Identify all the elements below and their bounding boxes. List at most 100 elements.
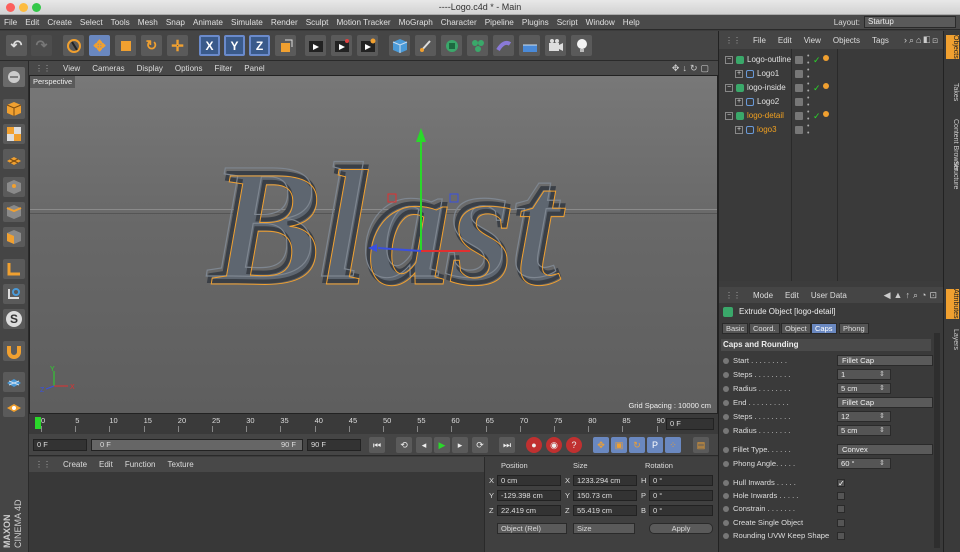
object-name[interactable]: logo3 xyxy=(757,123,777,137)
tab-basic[interactable]: Basic xyxy=(722,323,749,334)
size-field[interactable]: 55.419 cm xyxy=(573,505,637,516)
position-field[interactable]: -129.398 cm xyxy=(497,490,561,501)
rotation-field[interactable]: 0 ° xyxy=(649,505,713,516)
end-frame-field[interactable]: 90 F xyxy=(307,439,361,451)
animation-dot-icon[interactable] xyxy=(723,428,729,434)
subdivision-surface-icon[interactable] xyxy=(441,35,462,56)
menu-create[interactable]: Create xyxy=(43,18,76,27)
side-tab-attributes[interactable]: Attributes xyxy=(946,289,959,319)
object-search-icons[interactable]: ›⌕⌂◧⊡ xyxy=(904,35,940,46)
object-row[interactable]: − logo-detail • • ✓ xyxy=(719,109,944,123)
move-tool-icon[interactable]: ✥ xyxy=(89,35,110,56)
object-tree[interactable]: − Logo-outline • • ✓ + Logo1 • • − logo-in… xyxy=(719,49,944,281)
close-window-button[interactable] xyxy=(6,3,15,12)
make-editable-icon[interactable] xyxy=(3,67,25,87)
animation-dot-icon[interactable] xyxy=(723,493,729,499)
visibility-dots-icon[interactable]: • • xyxy=(807,123,809,137)
perspective-viewport[interactable]: Perspective Blast Blast Blast Y X Z Grid… xyxy=(29,75,718,414)
menu-animate[interactable]: Animate xyxy=(189,18,227,27)
object-row[interactable]: − Logo-outline • • ✓ xyxy=(719,53,944,67)
position-field[interactable]: 22.419 cm xyxy=(497,505,561,516)
layer-icon[interactable] xyxy=(795,84,803,92)
object-menu-edit[interactable]: Edit xyxy=(772,36,798,45)
menu-script[interactable]: Script xyxy=(553,18,582,27)
stepper-arrows-icon[interactable]: ⇕ xyxy=(879,411,885,423)
stepper-arrows-icon[interactable]: ⇕ xyxy=(879,425,885,437)
animation-dot-icon[interactable] xyxy=(723,358,729,364)
play-forward-icon[interactable]: ▶ xyxy=(434,437,450,453)
menu-select[interactable]: Select xyxy=(76,18,107,27)
side-tab-layers[interactable]: Layers xyxy=(946,329,959,350)
attribute-dropdown[interactable]: Convex xyxy=(837,444,933,455)
expand-toggle-icon[interactable]: + xyxy=(735,126,743,134)
timeline-ruler[interactable]: 0 5 10 15 20 25 30 35 40 45 50 55 60 65 70 75 80 85 90 0 F xyxy=(29,414,718,434)
expand-toggle-icon[interactable]: + xyxy=(735,98,743,106)
object-name[interactable]: Logo-outline xyxy=(747,53,791,67)
stepper-arrows-icon[interactable]: ⇕ xyxy=(879,383,885,395)
position-field[interactable]: 0 cm xyxy=(497,475,561,486)
layout-select[interactable]: Startup xyxy=(864,16,956,28)
viewport-menu-filter[interactable]: Filter xyxy=(208,64,238,73)
object-row[interactable]: + Logo1 • • xyxy=(719,67,944,81)
magnet-icon[interactable] xyxy=(3,341,25,361)
object-name[interactable]: logo-detail xyxy=(747,109,784,123)
tab-phong[interactable]: Phong xyxy=(839,323,869,334)
menu-window[interactable]: Window xyxy=(582,18,619,27)
live-selection-icon[interactable] xyxy=(63,35,84,56)
render-settings-icon[interactable] xyxy=(357,35,378,56)
attribute-dropdown[interactable]: Fillet Cap xyxy=(837,355,933,366)
next-frame-icon[interactable]: ▸ xyxy=(452,437,468,453)
planar-workplane-icon[interactable] xyxy=(3,397,25,417)
polygons-mode-icon[interactable] xyxy=(3,227,25,247)
rotation-field[interactable]: 0 ° xyxy=(649,490,713,501)
attribute-scrollbar[interactable] xyxy=(934,333,940,548)
size-field[interactable]: 1233.294 cm xyxy=(573,475,637,486)
key-scale-icon[interactable]: ▣ xyxy=(611,437,627,453)
rotation-field[interactable]: 0 ° xyxy=(649,475,713,486)
menu-snap[interactable]: Snap xyxy=(162,18,189,27)
points-mode-icon[interactable] xyxy=(3,177,25,197)
attribute-dropdown[interactable]: Fillet Cap xyxy=(837,397,933,408)
attribute-menu-mode[interactable]: Mode xyxy=(747,291,779,300)
material-manager-area[interactable] xyxy=(29,472,484,552)
scale-tool-icon[interactable] xyxy=(115,35,136,56)
current-frame-field[interactable]: 0 F xyxy=(666,418,714,430)
animation-dot-icon[interactable] xyxy=(723,400,729,406)
y-axis-toggle[interactable]: Y xyxy=(224,35,245,56)
animation-dot-icon[interactable] xyxy=(723,533,729,539)
attribute-nav-icons[interactable]: ◀▲↑⌕◔⊡ xyxy=(884,290,940,301)
attribute-checkbox[interactable] xyxy=(837,519,845,527)
menu-motion-tracker[interactable]: Motion Tracker xyxy=(332,18,394,27)
environment-icon[interactable] xyxy=(519,35,540,56)
menu-simulate[interactable]: Simulate xyxy=(227,18,267,27)
coordinate-mode-select[interactable]: Object (Rel) xyxy=(497,523,567,534)
expand-toggle-icon[interactable]: − xyxy=(725,56,733,64)
minimize-window-button[interactable] xyxy=(19,3,28,12)
material-menu-create[interactable]: Create xyxy=(57,460,93,469)
previous-key-icon[interactable]: ⟲ xyxy=(396,437,412,453)
model-mode-icon[interactable] xyxy=(3,99,25,119)
object-row[interactable]: − logo-inside • • ✓ xyxy=(719,81,944,95)
enabled-check-icon[interactable]: ✓ xyxy=(813,109,821,123)
side-tab-objects[interactable]: Objects xyxy=(946,35,959,59)
animation-dot-icon[interactable] xyxy=(723,520,729,526)
attribute-checkbox[interactable] xyxy=(837,532,845,540)
autokey-icon[interactable]: ◉ xyxy=(546,437,562,453)
layer-icon[interactable] xyxy=(795,70,803,78)
animation-dot-icon[interactable] xyxy=(723,386,729,392)
transform-tool-icon[interactable]: ✛ xyxy=(167,35,188,56)
phong-tag-icon[interactable] xyxy=(823,83,829,89)
menu-pipeline[interactable]: Pipeline xyxy=(481,18,518,27)
timeline-window-icon[interactable]: ▤ xyxy=(693,437,709,453)
keyframe-selection-icon[interactable]: ? xyxy=(566,437,582,453)
viewport-menu-options[interactable]: Options xyxy=(169,64,209,73)
layer-icon[interactable] xyxy=(795,126,803,134)
tweak-mode-icon[interactable] xyxy=(3,284,25,304)
object-name[interactable]: logo-inside xyxy=(747,81,786,95)
visibility-dots-icon[interactable]: • • xyxy=(807,53,809,67)
expand-toggle-icon[interactable]: − xyxy=(725,112,733,120)
tab-caps[interactable]: Caps xyxy=(811,323,837,334)
go-to-end-icon[interactable]: ⏭ xyxy=(499,437,515,453)
redo-icon[interactable]: ↷ xyxy=(31,35,52,56)
material-menu-edit[interactable]: Edit xyxy=(93,460,119,469)
